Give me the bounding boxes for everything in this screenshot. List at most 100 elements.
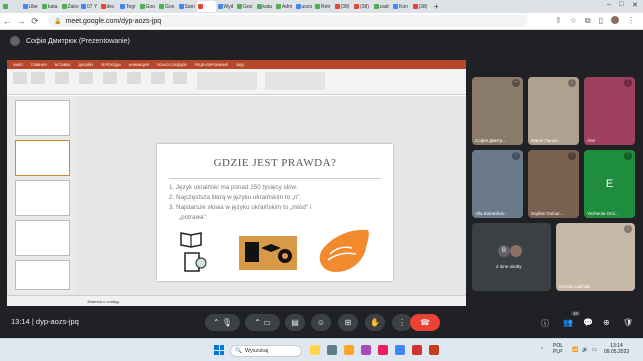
lock-icon: 🔒 bbox=[54, 18, 62, 25]
more-options-icon[interactable]: ··· bbox=[512, 79, 520, 87]
share-icon[interactable]: ⇪ bbox=[555, 16, 562, 26]
camera-button[interactable]: ⌃ ▭ bbox=[245, 314, 280, 331]
browser-tab[interactable]: (38) bbox=[412, 1, 431, 12]
browser-tab[interactable]: dec bbox=[100, 1, 119, 12]
tab-favicon-icon bbox=[198, 4, 203, 9]
info-icon[interactable]: ⓘ bbox=[541, 318, 549, 329]
participant-tile[interactable]: ⋮ Марія Панов... bbox=[528, 77, 579, 145]
browser-tab[interactable]: Zako bbox=[61, 1, 80, 12]
slide-thumbnail[interactable] bbox=[15, 100, 70, 136]
presenter-avatar bbox=[10, 36, 20, 46]
more-icon[interactable]: ⌃ bbox=[254, 318, 261, 327]
participant-name: Марія Панов... bbox=[531, 138, 562, 143]
lock-shield-icon[interactable]: 🛡 bbox=[623, 318, 633, 327]
pdf-icon[interactable] bbox=[412, 345, 422, 355]
self-view-tile[interactable]: ⋮ Dorota Lubiński bbox=[556, 223, 635, 291]
captions-button[interactable]: ▤ bbox=[285, 314, 305, 331]
browser-tab[interactable] bbox=[2, 1, 21, 12]
people-icon[interactable]: 👥 bbox=[563, 318, 573, 327]
taskbar-widgets-icon[interactable] bbox=[310, 345, 320, 355]
minimize-icon[interactable]: – bbox=[607, 1, 611, 8]
slide-thumbnail-selected[interactable] bbox=[15, 140, 70, 176]
microphone-button[interactable]: ⌃ 🎙 bbox=[205, 314, 240, 331]
browser-tab[interactable]: kata bbox=[256, 1, 275, 12]
browser-tab[interactable]: kata bbox=[41, 1, 60, 12]
present-button[interactable]: ⊞ bbox=[338, 314, 358, 331]
raise-hand-button[interactable]: ✋ bbox=[365, 314, 385, 331]
slide-thumbnail[interactable] bbox=[15, 180, 70, 216]
more-options-icon[interactable]: ⋮ bbox=[512, 152, 520, 160]
emoji-button[interactable]: ☺ bbox=[311, 314, 331, 331]
browser-tab[interactable]: Goo bbox=[158, 1, 177, 12]
close-icon[interactable]: ✕ bbox=[632, 1, 638, 9]
leave-call-button[interactable]: ☎ bbox=[410, 314, 440, 331]
browser-tab[interactable]: (38) bbox=[334, 1, 353, 12]
participant-tile[interactable]: ⋮ Alla Bołotnikov... bbox=[472, 150, 523, 218]
browser-tab[interactable]: Wyd bbox=[217, 1, 236, 12]
other-participants-tile[interactable]: B 2 inne osoby bbox=[472, 223, 551, 291]
tray-chevron-icon[interactable]: ⌃ bbox=[540, 347, 544, 353]
wifi-icon[interactable]: 📶 bbox=[572, 347, 578, 353]
more-options-icon[interactable]: ⋮ bbox=[624, 79, 632, 87]
profile-avatar[interactable] bbox=[611, 16, 619, 24]
tab-label: Ube bbox=[28, 3, 38, 10]
chrome-icon[interactable] bbox=[395, 345, 405, 355]
file-explorer-icon[interactable] bbox=[344, 345, 354, 355]
more-options-icon[interactable]: ⋮ bbox=[568, 152, 576, 160]
browser-tab[interactable]: Retr bbox=[314, 1, 333, 12]
browser-tab[interactable]: 07 Y bbox=[80, 1, 99, 12]
activities-icon[interactable]: ⊕ bbox=[603, 318, 610, 327]
participant-tile[interactable]: ⋮ Ann bbox=[584, 77, 635, 145]
participant-name: Sophie Golour... bbox=[531, 211, 564, 216]
meeting-time: 13:14 | dyp-aozs-jpq bbox=[11, 317, 79, 326]
browser-tab[interactable]: Tegr bbox=[119, 1, 138, 12]
url-field[interactable]: 🔒 meet.google.com/dyp-aozs-jpq bbox=[48, 15, 528, 27]
taskbar-search[interactable]: 🔍 Wyszukaj bbox=[230, 345, 302, 357]
browser-tab[interactable]: Sam bbox=[178, 1, 197, 12]
browser-tab[interactable]: Adm bbox=[275, 1, 294, 12]
menu-icon[interactable]: ⋮ bbox=[627, 16, 635, 26]
cornucopia-icon bbox=[319, 229, 369, 272]
battery-icon[interactable]: ▭ bbox=[592, 347, 597, 353]
more-options-icon[interactable]: ⋮ bbox=[568, 79, 576, 87]
reload-icon[interactable]: ⟳ bbox=[28, 16, 42, 27]
star-icon[interactable]: ☆ bbox=[570, 16, 577, 26]
sidepanel-icon[interactable]: ▯ bbox=[599, 16, 603, 26]
volume-icon[interactable]: 🔊 bbox=[582, 347, 588, 353]
browser-tab[interactable]: Kon bbox=[392, 1, 411, 12]
more-options-icon[interactable]: ⋮ bbox=[624, 152, 632, 160]
back-icon[interactable]: ← bbox=[0, 16, 14, 26]
participant-tile[interactable]: ⋮ E Yevhenia Omi... bbox=[584, 150, 635, 218]
more-options-button[interactable]: ⋮ bbox=[392, 314, 412, 331]
browser-tab[interactable]: Goo bbox=[139, 1, 158, 12]
slide-thumbnail[interactable] bbox=[15, 260, 70, 290]
maximize-icon[interactable]: □ bbox=[619, 1, 623, 8]
tab-favicon-icon bbox=[120, 4, 125, 9]
browser-tab[interactable]: uozo bbox=[295, 1, 314, 12]
taskbar-app-icon[interactable] bbox=[361, 345, 371, 355]
clock[interactable]: 13:14 09.05.2023 bbox=[604, 343, 629, 355]
tab-label: uozo bbox=[301, 3, 313, 10]
new-tab-icon[interactable]: + bbox=[434, 2, 439, 11]
taskbar-app-icon[interactable] bbox=[378, 345, 388, 355]
tab-label: Adm bbox=[282, 3, 293, 10]
more-options-icon[interactable]: ⋮ bbox=[624, 225, 632, 233]
slide-thumbnail[interactable] bbox=[15, 220, 70, 256]
browser-tab[interactable] bbox=[197, 1, 216, 12]
browser-tab[interactable]: Goo bbox=[236, 1, 255, 12]
taskbar-taskview-icon[interactable] bbox=[327, 345, 337, 355]
chat-icon[interactable]: 💬 bbox=[583, 318, 593, 327]
extensions-icon[interactable]: ⧉ bbox=[585, 16, 591, 26]
powerpoint-icon[interactable] bbox=[429, 345, 439, 355]
more-icon[interactable]: ⌃ bbox=[213, 318, 220, 327]
tab-favicon-icon bbox=[22, 4, 28, 9]
windows-start-icon[interactable] bbox=[214, 345, 224, 355]
participant-tile[interactable]: ⋮ Sophie Golour... bbox=[528, 150, 579, 218]
forward-icon[interactable]: → bbox=[14, 16, 28, 26]
browser-tab[interactable]: (38) bbox=[353, 1, 372, 12]
browser-tab[interactable]: zadr bbox=[373, 1, 392, 12]
language-indicator[interactable]: POL PLP bbox=[553, 343, 563, 355]
microphone-icon: 🎙 bbox=[221, 318, 233, 327]
browser-tab[interactable]: Ube bbox=[22, 1, 41, 12]
participant-tile[interactable]: ··· Софія Дмитр... bbox=[472, 77, 523, 145]
